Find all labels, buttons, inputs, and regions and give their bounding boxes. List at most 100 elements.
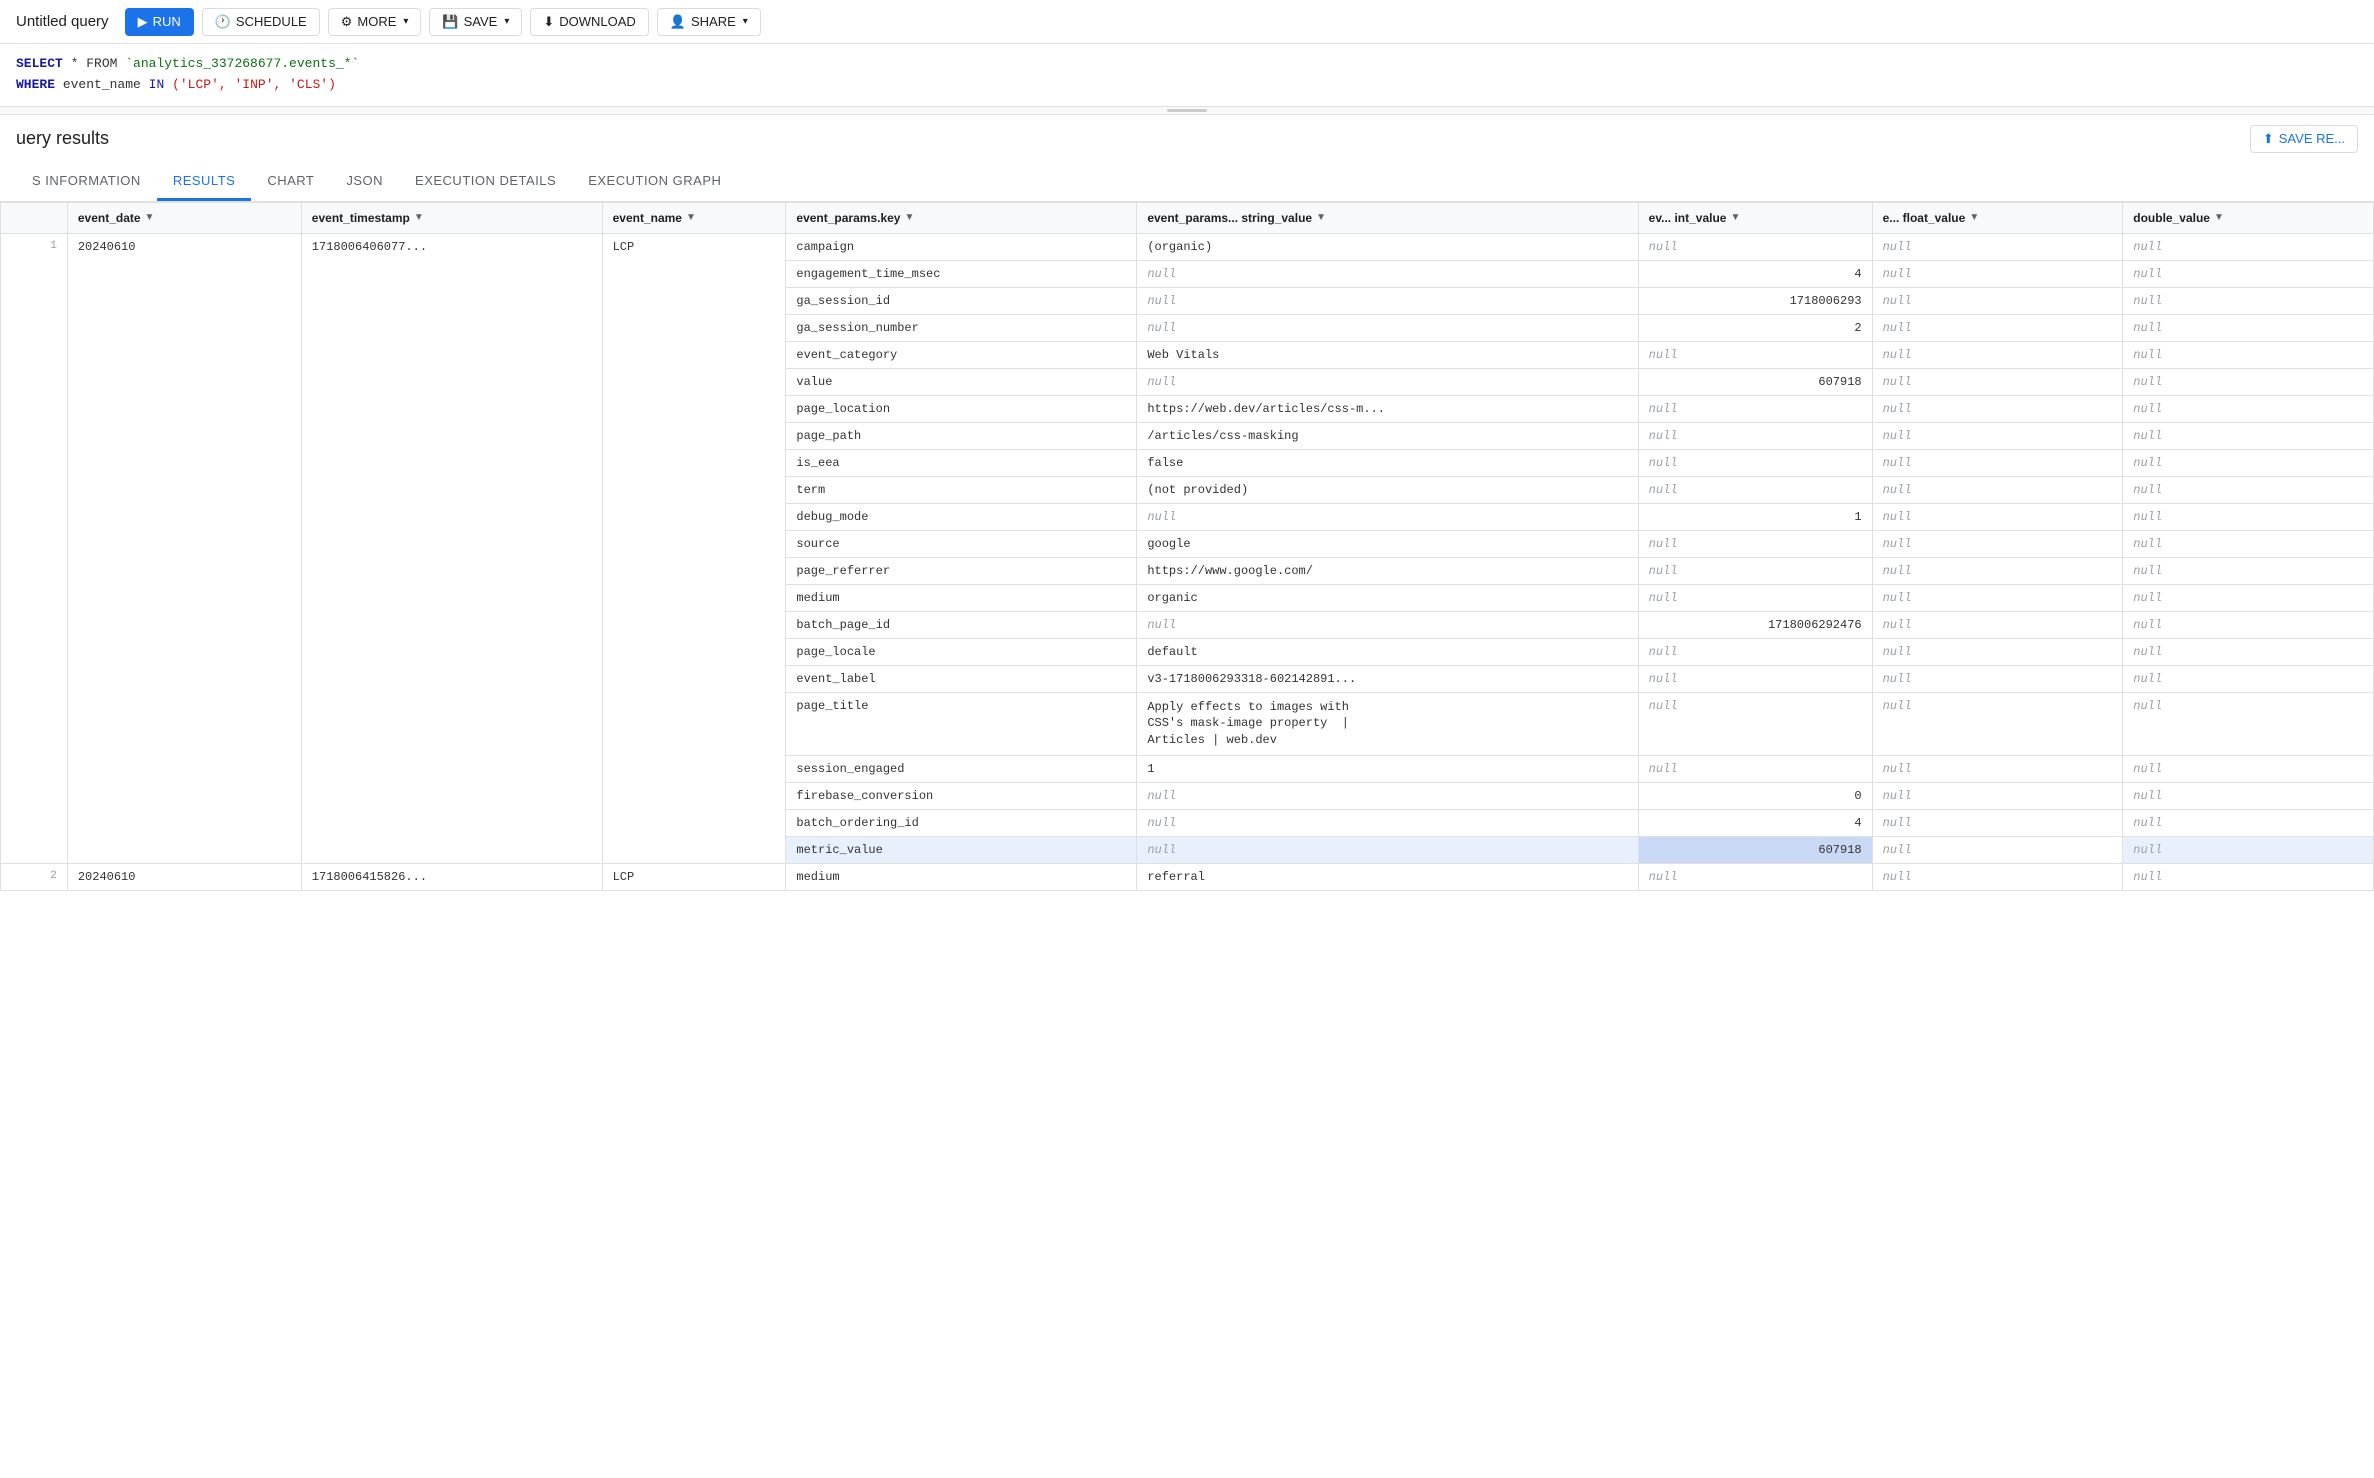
col-resize-handle[interactable] [598,203,602,233]
cell-float-value: null [1872,530,2123,557]
cell-int-value: 4 [1638,809,1872,836]
cell-int-value: 4 [1638,260,1872,287]
toolbar: Untitled query ▶ RUN 🕐 SCHEDULE ⚙ MORE ▾… [0,0,2374,44]
sql-table-name: `analytics_337268677.events_*` [125,56,359,71]
cell-double-value: null [2123,557,2374,584]
cell-params-key: page_referrer [786,557,1137,584]
tabs: S INFORMATION RESULTS CHART JSON EXECUTI… [0,163,2374,202]
cell-string-value: https://web.dev/articles/css-m... [1137,395,1638,422]
row-number: 1 [1,233,68,863]
cell-params-key: ga_session_id [786,287,1137,314]
col-header-params-key[interactable]: event_params.key ▼ [786,202,1137,233]
col-resize-handle[interactable] [1634,203,1638,233]
col-resize-handle[interactable] [1868,203,1872,233]
cell-params-key: value [786,368,1137,395]
col-resize-handle[interactable] [2118,203,2122,233]
tab-execution-details[interactable]: EXECUTION DETAILS [399,163,572,201]
cell-double-value: null [2123,530,2374,557]
table-header-row: event_date ▼ event_timestamp ▼ event_nam… [1,202,2374,233]
sort-icon: ▼ [2214,212,2224,223]
cell-params-key: batch_ordering_id [786,809,1137,836]
download-button[interactable]: ⬇ DOWNLOAD [530,8,648,36]
cell-int-value: null [1638,476,1872,503]
col-header-int-value[interactable]: ev... int_value ▼ [1638,202,1872,233]
cell-params-key: page_locale [786,638,1137,665]
page-title: Untitled query [16,13,109,30]
cell-float-value: null [1872,422,2123,449]
sql-keyword-select: SELECT [16,56,63,71]
clock-icon: 🕐 [215,14,231,30]
cell-params-key: medium [786,863,1137,890]
sort-icon: ▼ [904,212,914,223]
share-icon: 👤 [670,14,686,30]
cell-event-date: 20240610 [67,233,301,863]
cell-params-key: campaign [786,233,1137,260]
run-button[interactable]: ▶ RUN [125,8,194,36]
col-resize-handle[interactable] [1132,203,1136,233]
col-resize-handle[interactable] [781,203,785,233]
drag-handle[interactable] [0,107,2374,115]
col-resize-handle[interactable] [2369,203,2373,233]
cell-int-value: 1 [1638,503,1872,530]
cell-string-value: organic [1137,584,1638,611]
more-button[interactable]: ⚙ MORE ▾ [328,8,422,36]
tab-execution-graph[interactable]: EXECUTION GRAPH [572,163,737,201]
cell-float-value: null [1872,233,2123,260]
cell-int-value: null [1638,863,1872,890]
cell-params-key: source [786,530,1137,557]
sql-operator-in: IN [149,77,165,92]
cell-int-value: null [1638,233,1872,260]
chevron-down-icon: ▾ [743,16,748,27]
cell-float-value: null [1872,341,2123,368]
results-table-container[interactable]: event_date ▼ event_timestamp ▼ event_nam… [0,202,2374,1476]
sort-icon: ▼ [145,212,155,223]
cell-params-key: engagement_time_msec [786,260,1137,287]
share-button[interactable]: 👤 SHARE ▾ [657,8,761,36]
cell-string-value: false [1137,449,1638,476]
col-resize-handle[interactable] [297,203,301,233]
cell-float-value: null [1872,836,2123,863]
cell-float-value: null [1872,584,2123,611]
sort-icon: ▼ [1730,212,1740,223]
cell-string-value: v3-1718006293318-602142891... [1137,665,1638,692]
col-header-event-timestamp[interactable]: event_timestamp ▼ [301,202,602,233]
cell-params-key: firebase_conversion [786,782,1137,809]
col-header-event-date[interactable]: event_date ▼ [67,202,301,233]
cell-string-value: referral [1137,863,1638,890]
col-header-event-name[interactable]: event_name ▼ [602,202,786,233]
sql-editor[interactable]: SELECT * FROM `analytics_337268677.event… [0,44,2374,107]
cell-event-name: LCP [602,233,786,863]
results-title: uery results [16,128,109,149]
sort-icon: ▼ [1316,212,1326,223]
cell-params-key: term [786,476,1137,503]
cell-params-key: medium [786,584,1137,611]
col-header-string-value[interactable]: event_params... string_value ▼ [1137,202,1638,233]
table-body: 1202406101718006406077...LCPcampaign(org… [1,233,2374,890]
cell-double-value: null [2123,863,2374,890]
tab-json[interactable]: JSON [330,163,399,201]
cell-float-value: null [1872,863,2123,890]
cell-double-value: null [2123,395,2374,422]
sort-icon: ▼ [686,212,696,223]
col-header-float-value[interactable]: e... float_value ▼ [1872,202,2123,233]
cell-double-value: null [2123,755,2374,782]
cell-double-value: null [2123,314,2374,341]
cell-double-value: null [2123,782,2374,809]
save-results-button[interactable]: ⬆ SAVE RE... [2250,125,2358,153]
tab-schema[interactable]: S INFORMATION [16,163,157,201]
save-button[interactable]: 💾 SAVE ▾ [429,8,522,36]
col-header-double-value[interactable]: double_value ▼ [2123,202,2374,233]
schedule-button[interactable]: 🕐 SCHEDULE [202,8,320,36]
cell-int-value: null [1638,422,1872,449]
cell-string-value: Web Vitals [1137,341,1638,368]
cell-float-value: null [1872,557,2123,584]
cell-double-value: null [2123,233,2374,260]
cell-int-value: 1718006292476 [1638,611,1872,638]
tab-chart[interactable]: CHART [251,163,330,201]
cell-string-value: default [1137,638,1638,665]
tab-results[interactable]: RESULTS [157,163,252,201]
sql-keyword-where: WHERE [16,77,55,92]
cell-string-value: null [1137,611,1638,638]
col-header-rownum [1,202,68,233]
save-icon: 💾 [442,14,458,30]
